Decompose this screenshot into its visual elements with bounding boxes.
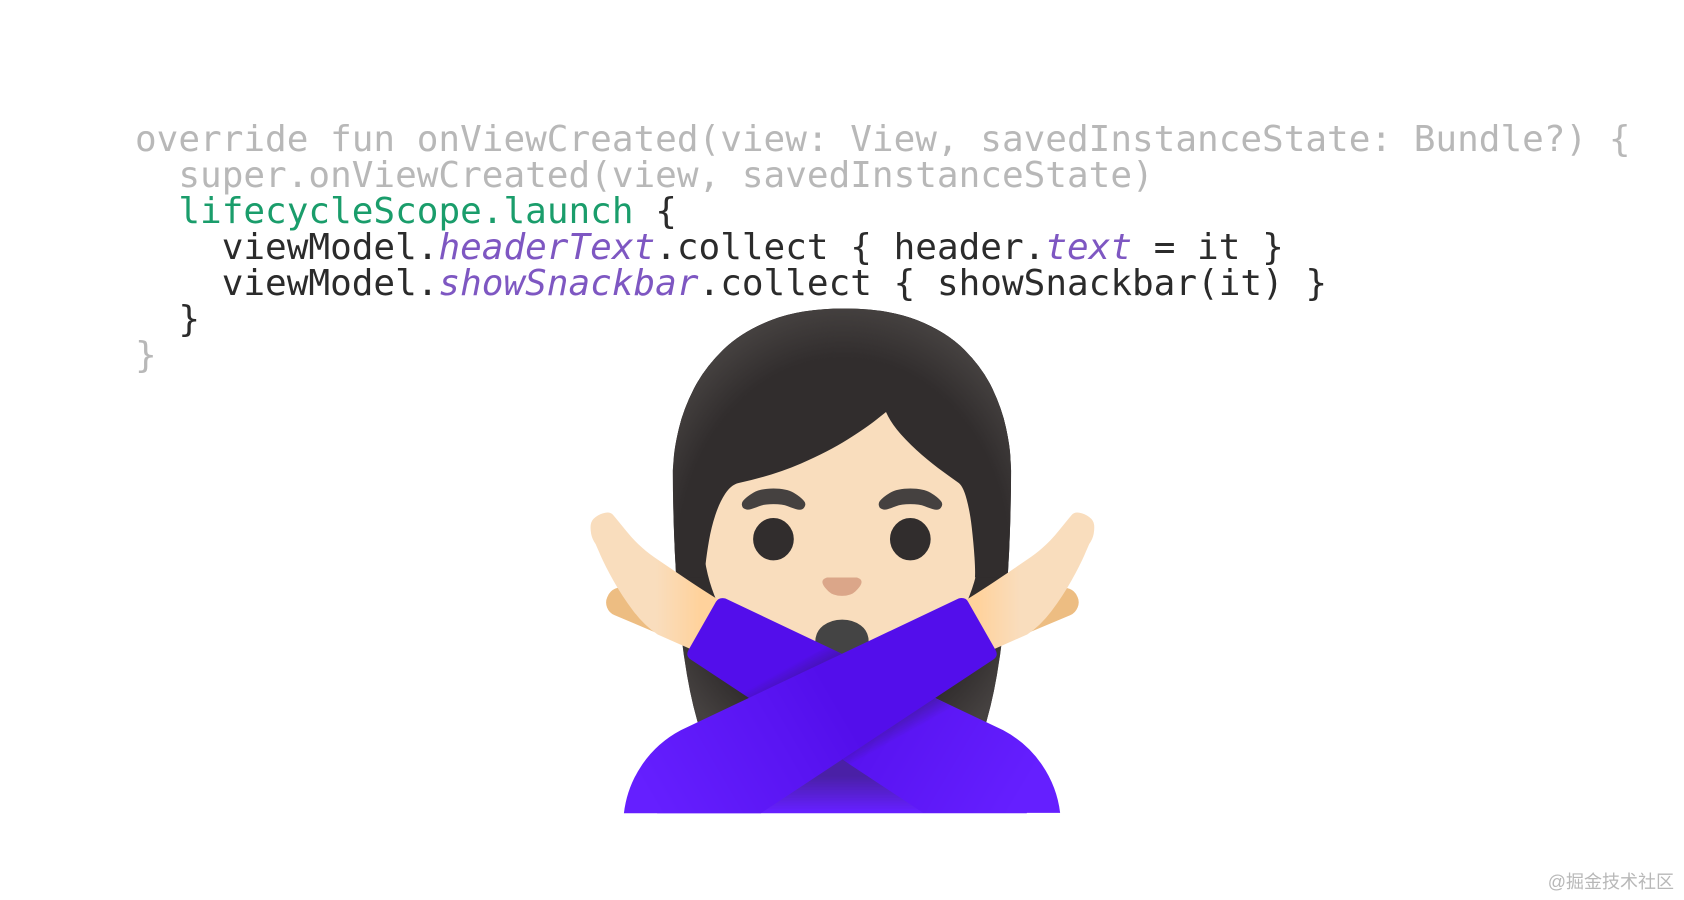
code-line-4-prop: headerText <box>438 227 655 268</box>
code-line-3-scope: lifecycleScope <box>178 191 481 232</box>
code-line-2: super.onViewCreated(view, savedInstanceS… <box>135 155 1154 196</box>
code-line-7: } <box>135 335 157 376</box>
code-line-3-brace: { <box>655 191 677 232</box>
no-gesture-emoji: 🙅🏻‍♀️ <box>556 330 1129 790</box>
code-line-4-text: text <box>1045 227 1132 268</box>
code-line-3-dot: . <box>482 191 504 232</box>
code-line-6: } <box>135 299 200 340</box>
code-line-4-c: .collect { header. <box>655 227 1045 268</box>
code-line-3-launch: launch <box>503 191 655 232</box>
code-line-3-indent <box>135 191 178 232</box>
watermark-text: @掘金技术社区 <box>1548 868 1674 894</box>
code-line-4-a: viewModel. <box>135 227 438 268</box>
code-line-5-a: viewModel. <box>135 263 438 304</box>
code-line-4-e: = it } <box>1132 227 1284 268</box>
code-line-1: override fun onViewCreated(view: View, s… <box>135 119 1631 160</box>
